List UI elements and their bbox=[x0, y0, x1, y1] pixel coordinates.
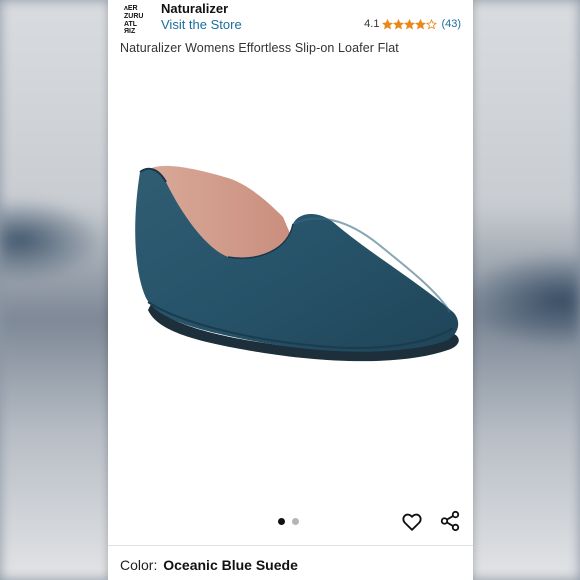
star-icon bbox=[415, 18, 427, 29]
share-icon[interactable] bbox=[439, 510, 461, 532]
divider bbox=[108, 545, 473, 546]
brand-name: Naturalizer bbox=[161, 1, 229, 16]
star-rating bbox=[382, 18, 438, 30]
star-icon bbox=[426, 18, 438, 29]
rating[interactable]: 4.1 (43) bbox=[364, 18, 461, 30]
svg-text:ʌER: ʌER bbox=[124, 5, 138, 12]
product-card: ʌER ZURU ATL ЯIZ Naturalizer Visit the S… bbox=[108, 0, 473, 580]
brand-logo: ʌER ZURU ATL ЯIZ bbox=[124, 5, 143, 34]
review-count[interactable]: (43) bbox=[441, 18, 461, 30]
product-title: Naturalizer Womens Effortless Slip-on Lo… bbox=[120, 41, 399, 55]
svg-text:ЯIZ: ЯIZ bbox=[124, 28, 136, 34]
star-icon bbox=[404, 18, 416, 29]
svg-text:ZURU: ZURU bbox=[124, 13, 143, 20]
color-selection: Color: Oceanic Blue Suede bbox=[120, 557, 298, 573]
color-label: Color: bbox=[120, 557, 158, 573]
star-icon bbox=[393, 18, 405, 29]
store-header: ʌER ZURU ATL ЯIZ Naturalizer Visit the S… bbox=[108, 0, 473, 36]
gallery-dot-1[interactable] bbox=[278, 518, 285, 525]
star-icon bbox=[382, 18, 394, 29]
gallery-dot-2[interactable] bbox=[292, 518, 299, 525]
product-image[interactable] bbox=[108, 62, 473, 492]
rating-value: 4.1 bbox=[364, 18, 380, 30]
svg-text:ATL: ATL bbox=[124, 21, 138, 28]
visit-store-link[interactable]: Visit the Store bbox=[161, 17, 242, 32]
color-value: Oceanic Blue Suede bbox=[163, 557, 298, 573]
heart-icon[interactable] bbox=[401, 511, 423, 533]
loafer-shoe-image bbox=[135, 165, 459, 362]
gallery-pagination bbox=[278, 518, 299, 525]
